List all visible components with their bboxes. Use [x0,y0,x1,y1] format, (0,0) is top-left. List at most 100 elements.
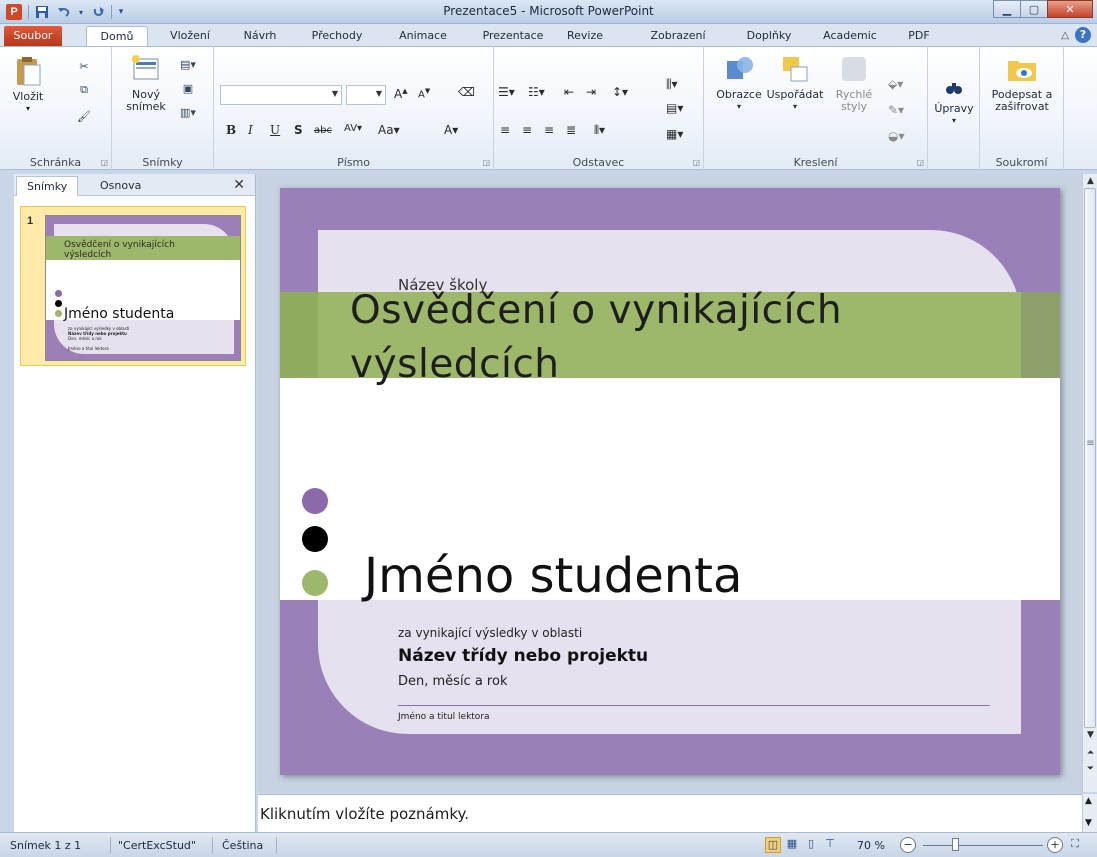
maximize-button[interactable]: ▢ [1020,0,1048,18]
layout-icon[interactable]: ▤▾ [176,55,200,73]
tab-slides-pane[interactable]: Snímky [16,176,79,196]
underline-icon[interactable]: U [270,123,280,137]
shape-outline-icon[interactable]: ✎▾ [888,103,904,117]
smartart-icon[interactable]: ▦▾ [666,127,683,141]
zoom-level[interactable]: 70 % [857,839,885,852]
paragraph-launcher-icon[interactable]: ◲ [692,158,700,167]
notes-pane[interactable]: Kliknutím vložíte poznámky. [258,794,1082,832]
scissors-icon[interactable]: ✂ [74,57,94,75]
tab-doplnky[interactable]: Doplňky [740,26,798,46]
tab-domu[interactable]: Domů [86,26,148,46]
increase-indent-icon[interactable]: ⇥ [586,85,596,99]
normal-view-icon[interactable]: ◫ [765,837,781,853]
editing-button[interactable]: Úpravy ▾ [932,77,976,127]
help-icon[interactable]: ? [1075,27,1091,43]
tab-navrh[interactable]: Návrh [238,26,282,46]
shadow-icon[interactable]: S [294,123,303,137]
italic-icon[interactable]: I [248,123,253,137]
bold-icon[interactable]: B [226,123,236,137]
zoom-slider-thumb[interactable] [952,838,959,851]
scroll-down-icon[interactable]: ▼ [1085,818,1092,828]
group-drawing: Obrazce ▾ Uspořádat ▾ Rychlé styly ⬙▾ ✎▾… [704,47,928,171]
lector-name[interactable]: Jméno a titul lektora [398,712,490,722]
student-name[interactable]: Jméno studenta [364,548,742,604]
scroll-up-icon[interactable]: ▲ [1085,796,1092,806]
drawing-launcher-icon[interactable]: ◲ [916,158,924,167]
slide-thumbnail-selected[interactable]: 1 Osvědčení o vynikajících výsledcích Jm… [20,206,246,366]
quick-styles-button[interactable]: Rychlé styly [830,53,878,113]
scroll-down-icon[interactable]: ▼ [1085,730,1096,740]
tab-outline-pane[interactable]: Osnova [90,176,151,196]
change-case-icon[interactable]: Aa▾ [378,123,400,137]
numbering-icon[interactable]: ☷▾ [528,85,545,99]
paste-button[interactable]: Vložit ▾ [8,55,48,115]
clipboard-launcher-icon[interactable]: ◲ [100,158,108,167]
shrink-font-icon[interactable]: A▼ [418,87,430,100]
slide-thumbnail[interactable]: Osvědčení o vynikajících výsledcích Jmén… [45,215,241,361]
tab-revize[interactable]: Revize [560,26,610,46]
zoom-in-icon[interactable]: + [1047,837,1063,853]
zoom-slider[interactable] [923,845,1043,846]
tab-pdf[interactable]: PDF [904,26,934,46]
grow-font-icon[interactable]: A▲ [394,87,408,101]
notes-scrollbar[interactable]: ▲ ▼ [1082,794,1097,832]
decrease-indent-icon[interactable]: ⇤ [564,85,574,99]
font-name-combo[interactable]: ▼ [220,85,342,105]
language[interactable]: Čeština [222,839,263,852]
tab-animace[interactable]: Animace [392,26,454,46]
text-direction-icon[interactable]: ⫼▾ [666,77,678,92]
reset-slide-icon[interactable]: ▣ [176,79,200,97]
slide-canvas[interactable]: Název školy Osvědčení o vynikajících výs… [280,188,1060,775]
minimize-button[interactable]: ▁ [993,0,1021,18]
fit-to-window-icon[interactable]: ⛶ [1067,837,1083,853]
clear-formatting-icon[interactable]: ⌫ [458,85,475,99]
vertical-scrollbar[interactable]: ▲ ≡ ▼ ⏶ ⏷ [1082,174,1097,792]
align-center-icon[interactable]: ≡ [522,123,532,137]
line-spacing-icon[interactable]: ↕▾ [612,85,628,99]
notes-placeholder[interactable]: Kliknutím vložíte poznámky. [260,805,469,823]
tab-prezentace[interactable]: Prezentace [476,26,550,46]
sign-encrypt-button[interactable]: Podepsat a zašifrovat [984,53,1060,113]
tab-prechody[interactable]: Přechody [304,26,370,46]
section-icon[interactable]: ▥▾ [176,103,200,121]
scrollbar-thumb[interactable] [1084,188,1096,728]
columns-icon[interactable]: ⫴▾ [594,123,605,138]
certificate-title[interactable]: Osvědčení o vynikajících výsledcích [350,284,970,392]
shapes-button[interactable]: Obrazce ▾ [712,53,766,113]
close-icon[interactable]: ✕ [233,177,245,193]
tab-academic[interactable]: Academic [816,26,884,46]
class-name[interactable]: Název třídy nebo projektu [398,646,648,666]
slide-sorter-icon[interactable]: ▦ [784,837,800,853]
tab-soubor[interactable]: Soubor [4,26,62,46]
align-text-icon[interactable]: ▤▾ [666,101,683,115]
character-spacing-icon[interactable]: AV▾ [344,123,362,134]
minimize-ribbon-icon[interactable]: △ [1061,30,1069,41]
tab-zobrazeni[interactable]: Zobrazení [640,26,716,46]
slideshow-icon[interactable]: ⊤ [822,837,838,853]
shape-effects-icon[interactable]: ◒▾ [888,129,905,143]
bullets-icon[interactable]: ☰▾ [498,85,515,99]
copy-icon[interactable]: ⧉ [74,81,94,99]
strikethrough-icon[interactable]: abc [314,125,332,136]
new-slide-button[interactable]: Nový snímek [120,53,172,113]
format-painter-icon[interactable]: 🖌 [74,107,94,125]
align-right-icon[interactable]: ≡ [544,123,554,137]
align-left-icon[interactable]: ≡ [500,123,510,137]
close-button[interactable]: ✕ [1047,0,1093,18]
justify-icon[interactable]: ≣ [566,123,576,137]
reading-view-icon[interactable]: ▯ [803,837,819,853]
zoom-out-icon[interactable]: − [900,837,916,853]
next-slide-icon[interactable]: ⏷ [1085,764,1096,774]
tab-vlozeni[interactable]: Vložení [162,26,218,46]
shape-fill-icon[interactable]: ⬙▾ [888,77,903,91]
font-launcher-icon[interactable]: ◲ [482,158,490,167]
font-size-combo[interactable]: ▼ [346,85,386,105]
award-reason[interactable]: za vynikající výsledky v oblasti [398,626,582,640]
previous-slide-icon[interactable]: ⏶ [1085,748,1096,758]
paste-dropdown-icon[interactable]: ▾ [26,103,30,115]
font-color-icon[interactable]: A▾ [444,123,458,137]
award-date[interactable]: Den, měsíc a rok [398,674,507,689]
scroll-up-icon[interactable]: ▲ [1085,176,1096,186]
theme-name[interactable]: "CertExcStud" [118,839,196,852]
arrange-button[interactable]: Uspořádat ▾ [766,53,824,113]
